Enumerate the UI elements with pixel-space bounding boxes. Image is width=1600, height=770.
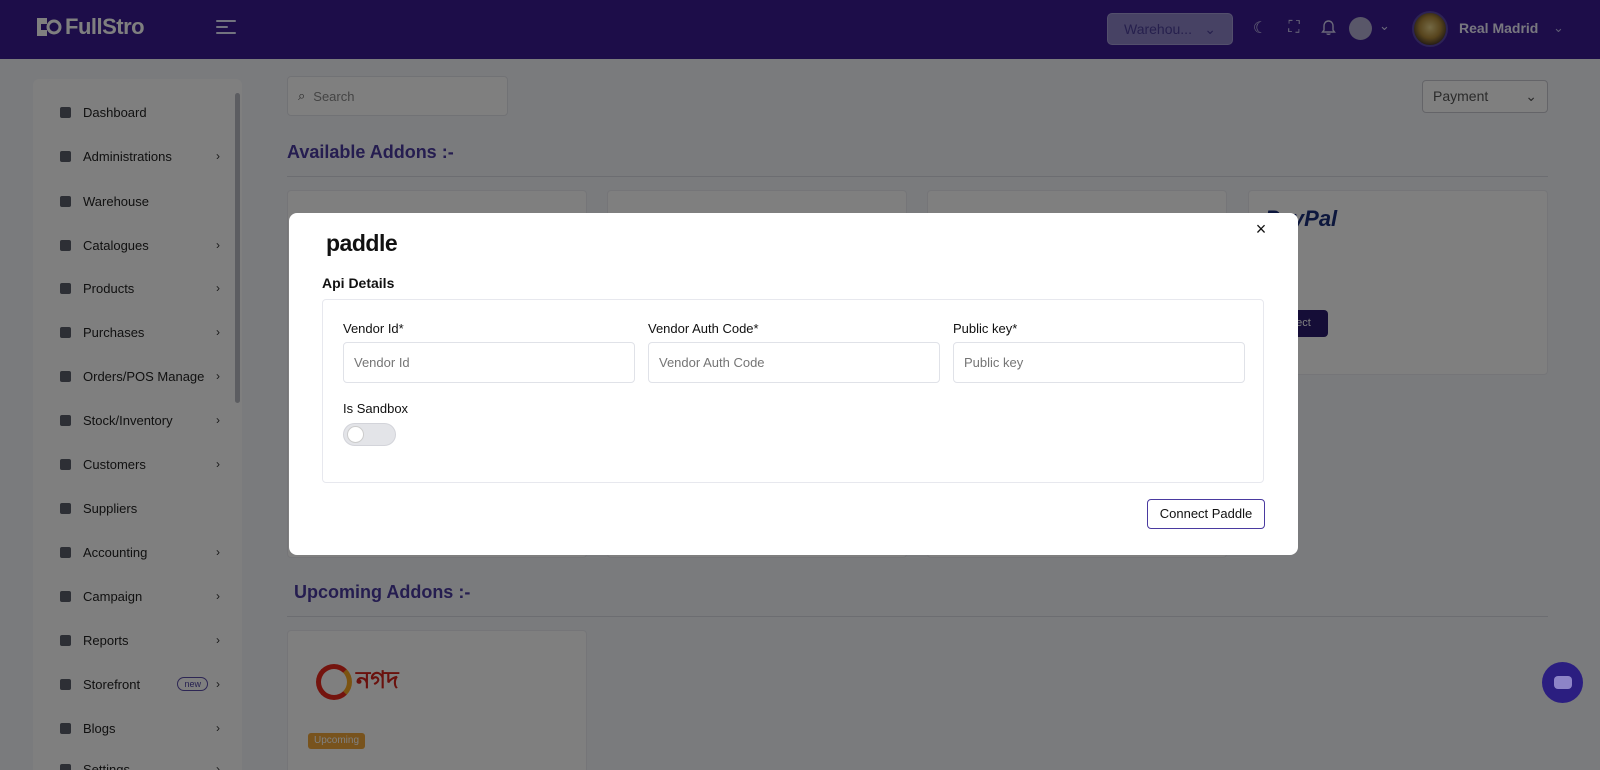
public-key-label: Public key* [953,321,1018,336]
toggle-knob [347,426,364,443]
sandbox-toggle[interactable] [343,423,396,446]
sandbox-label: Is Sandbox [343,401,409,416]
chat-bubble-icon [1553,676,1572,689]
vendor-id-input[interactable] [343,342,635,383]
connect-paddle-button[interactable]: Connect Paddle [1147,499,1265,529]
chat-button[interactable] [1542,662,1583,703]
vendor-auth-code-input[interactable] [648,342,940,383]
paddle-connect-modal: × paddle Api Details Vendor Id* Vendor A… [289,213,1298,555]
vendor-auth-code-label: Vendor Auth Code* [648,321,759,336]
close-icon[interactable]: × [1253,220,1269,238]
api-details-heading: Api Details [322,275,395,291]
public-key-input[interactable] [953,342,1245,383]
api-details-panel: Vendor Id* Vendor Auth Code* Public key*… [322,299,1264,483]
paddle-logo: paddle [326,230,398,256]
vendor-id-label: Vendor Id* [343,321,404,336]
